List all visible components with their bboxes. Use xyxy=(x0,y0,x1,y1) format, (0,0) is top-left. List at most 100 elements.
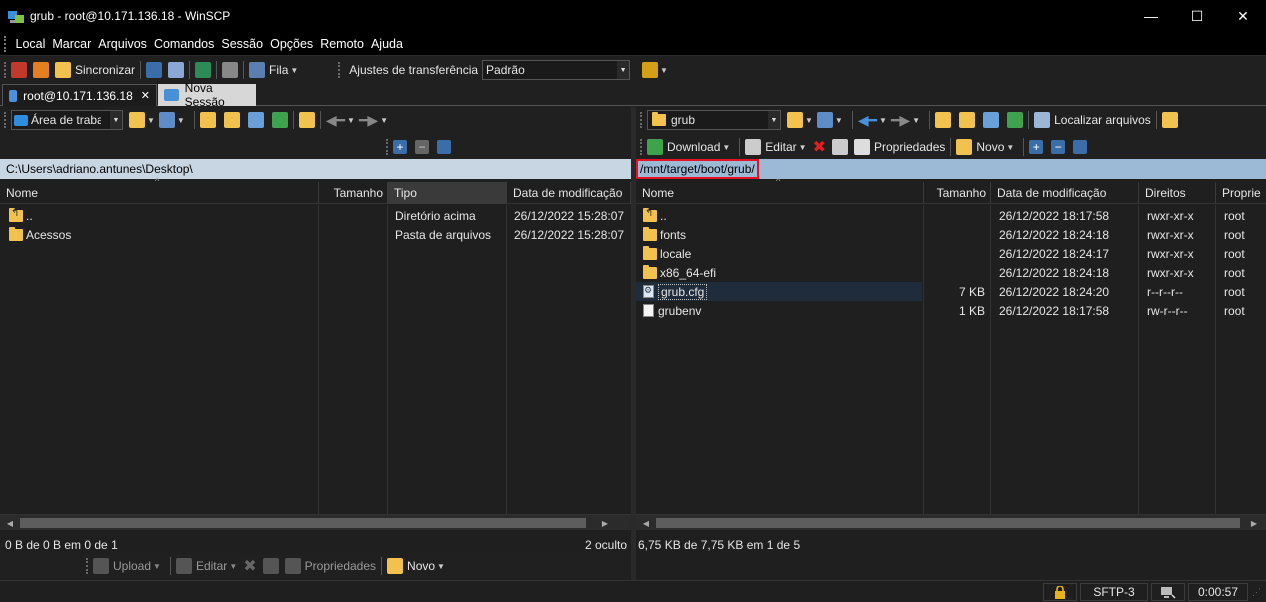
close-button[interactable]: ✕ xyxy=(1220,0,1266,32)
scroll-right-icon[interactable]: ▶ xyxy=(1246,515,1262,531)
queue-dropdown-icon[interactable]: ▼ xyxy=(290,66,298,75)
menu-comandos[interactable]: Comandos xyxy=(150,37,217,51)
gear-icon[interactable] xyxy=(222,62,239,78)
upload-icon[interactable] xyxy=(93,558,109,574)
menu-grip[interactable] xyxy=(4,36,8,52)
left-horizontal-scrollbar[interactable]: ◀ ▶ xyxy=(0,514,631,530)
connection-icon[interactable] xyxy=(1151,583,1185,601)
upload-dropdown-icon[interactable]: ▼ xyxy=(153,562,161,571)
open-dropdown-icon[interactable]: ▼ xyxy=(147,116,155,125)
new-button[interactable]: Novo xyxy=(976,140,1004,154)
new-icon[interactable] xyxy=(956,139,973,155)
queue-button[interactable]: Fila xyxy=(269,63,288,77)
menu-local[interactable]: Local xyxy=(12,37,49,51)
menu-opcoes[interactable]: Opções xyxy=(267,37,317,51)
menu-marcar[interactable]: Marcar xyxy=(49,37,95,51)
console-icon[interactable] xyxy=(146,62,163,78)
protocol-status[interactable]: SFTP-3 xyxy=(1080,583,1148,601)
upload-button[interactable]: Upload xyxy=(113,559,151,573)
back-dropdown-icon[interactable]: ▼ xyxy=(879,116,887,125)
find-files-button[interactable]: Localizar arquivos xyxy=(1054,113,1151,127)
compare-dirs-icon[interactable] xyxy=(11,62,27,78)
filter-dropdown-icon[interactable]: ▼ xyxy=(177,116,185,125)
forward-arrow-icon[interactable]: ━▶ xyxy=(359,112,378,129)
forward-dropdown-icon[interactable]: ▼ xyxy=(912,116,920,125)
select-filter-icon[interactable] xyxy=(1073,140,1088,154)
col-type[interactable]: Tipo xyxy=(388,182,507,204)
edit-button[interactable]: Editar xyxy=(765,140,796,154)
table-row[interactable]: locale 26/12/2022 18:24:17 rwxr-xr-x roo… xyxy=(636,244,1266,263)
putty-icon[interactable] xyxy=(168,62,185,78)
open-folder-icon[interactable] xyxy=(129,112,145,128)
menu-remoto[interactable]: Remoto xyxy=(317,37,368,51)
download-button[interactable]: Download xyxy=(667,140,720,154)
queue-icon[interactable] xyxy=(249,62,266,78)
root-dir-icon[interactable] xyxy=(959,112,976,128)
menu-arquivos[interactable]: Arquivos xyxy=(95,37,151,51)
table-row[interactable]: .. Diretório acima 26/12/2022 15:28:07 xyxy=(0,206,631,225)
refresh-icon[interactable] xyxy=(271,112,288,128)
remote-dir-select[interactable]: grub ▼ xyxy=(647,110,781,130)
local-drive-select[interactable]: Área de traba ▼ xyxy=(11,110,123,130)
scroll-left-icon[interactable]: ◀ xyxy=(2,515,18,531)
transfer-icon[interactable] xyxy=(195,62,212,78)
filter-icon[interactable] xyxy=(158,112,175,128)
table-row[interactable]: grubenv 1 KB 26/12/2022 18:17:58 rw-r--r… xyxy=(636,301,1266,320)
properties-button[interactable]: Propriedades xyxy=(305,559,376,573)
properties-icon[interactable] xyxy=(284,558,301,574)
new-dropdown-icon[interactable]: ▼ xyxy=(437,562,445,571)
new-dropdown-icon[interactable]: ▼ xyxy=(1006,143,1014,152)
rename-icon[interactable] xyxy=(831,139,848,155)
col-size[interactable]: Tamanho xyxy=(319,182,388,204)
table-row[interactable]: x86_64-efi 26/12/2022 18:24:18 rwxr-xr-x… xyxy=(636,263,1266,282)
close-tab-icon[interactable]: ✕ xyxy=(141,89,150,102)
properties-button[interactable]: Propriedades xyxy=(874,140,945,154)
col-rights[interactable]: Direitos xyxy=(1139,182,1216,204)
open-dropdown-icon[interactable]: ▼ xyxy=(805,116,813,125)
minimize-button[interactable]: — xyxy=(1128,0,1174,32)
root-dir-icon[interactable] xyxy=(223,112,240,128)
delete-icon[interactable]: ✖ xyxy=(813,137,826,157)
scroll-thumb[interactable] xyxy=(20,518,586,528)
back-dropdown-icon[interactable]: ▼ xyxy=(347,116,355,125)
menu-sessao[interactable]: Sessão xyxy=(218,37,267,51)
scroll-thumb[interactable] xyxy=(656,518,1240,528)
find-files-icon[interactable] xyxy=(1034,112,1051,128)
synchronize-browse-icon[interactable] xyxy=(33,62,49,78)
forward-arrow-icon[interactable]: ━▶ xyxy=(891,112,910,129)
remote-path-bar[interactable]: /mnt/target/boot/grub/ xyxy=(636,159,1266,179)
scroll-right-icon[interactable]: ▶ xyxy=(597,515,613,531)
download-icon[interactable] xyxy=(647,139,663,155)
back-arrow-icon[interactable]: ◀━ xyxy=(858,112,877,129)
synchronize-icon[interactable] xyxy=(55,62,71,78)
table-row[interactable]: Acessos Pasta de arquivos 26/12/2022 15:… xyxy=(0,225,631,244)
refresh-icon[interactable] xyxy=(1007,112,1024,128)
table-row[interactable]: .. 26/12/2022 18:17:58 rwxr-xr-x root xyxy=(636,206,1266,225)
edit-icon[interactable] xyxy=(175,558,192,574)
select-plus-icon[interactable]: + xyxy=(393,140,407,154)
new-icon[interactable] xyxy=(387,558,404,574)
home-icon[interactable] xyxy=(247,112,264,128)
table-row[interactable]: grub.cfg 7 KB 26/12/2022 18:24:20 r--r--… xyxy=(636,282,1266,301)
scroll-left-icon[interactable]: ◀ xyxy=(638,515,654,531)
col-size[interactable]: Tamanho xyxy=(924,182,991,204)
select-filter-icon[interactable] xyxy=(437,140,451,154)
right-horizontal-scrollbar[interactable]: ◀ ▶ xyxy=(636,514,1266,530)
maximize-button[interactable]: ☐ xyxy=(1174,0,1220,32)
parent-dir-icon[interactable] xyxy=(199,112,216,128)
synchronize-button[interactable]: Sincronizar xyxy=(75,63,135,77)
edit-button[interactable]: Editar xyxy=(196,559,227,573)
resize-grip-icon[interactable]: ⋰ xyxy=(1252,587,1261,598)
tree-icon[interactable] xyxy=(1161,112,1178,128)
edit-icon[interactable] xyxy=(745,139,762,155)
local-path-bar[interactable]: C:\Users\adriano.antunes\Desktop\ xyxy=(0,159,631,179)
delete-icon[interactable]: ✖ xyxy=(243,556,256,576)
new-button[interactable]: Novo xyxy=(407,559,435,573)
edit-dropdown-icon[interactable]: ▼ xyxy=(229,562,237,571)
download-dropdown-icon[interactable]: ▼ xyxy=(722,143,730,152)
select-plus-icon[interactable]: + xyxy=(1029,140,1044,154)
tab-new-session[interactable]: Nova Sessão xyxy=(158,81,256,109)
col-name[interactable]: Nome ^ xyxy=(636,176,924,204)
col-name[interactable]: Nome ^ xyxy=(0,176,319,204)
col-date[interactable]: Data de modificação xyxy=(507,182,631,204)
